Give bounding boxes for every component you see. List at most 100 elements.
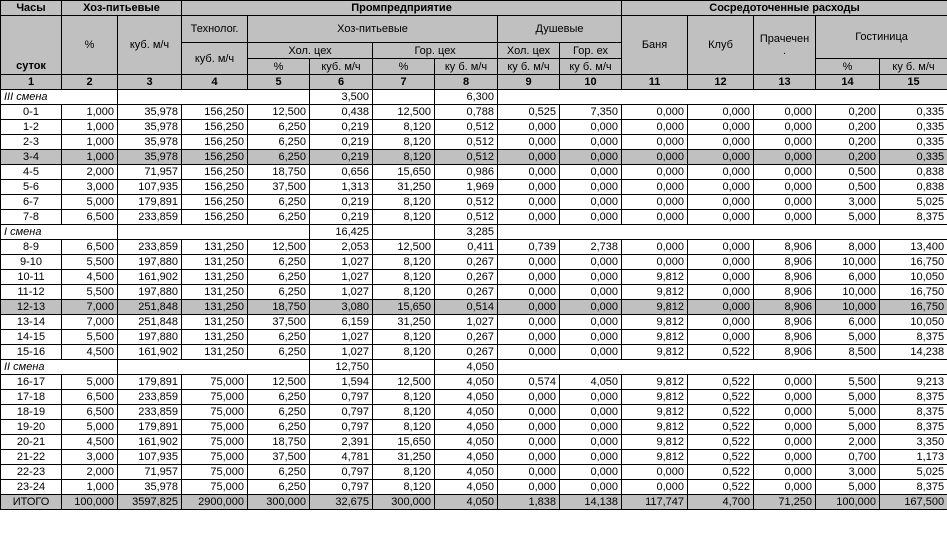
table-cell: 0,739 bbox=[497, 239, 561, 255]
table-cell: 31,250 bbox=[372, 449, 436, 465]
table-cell: 156,250 bbox=[181, 209, 249, 225]
table-cell: 16,750 bbox=[879, 299, 947, 315]
column-number: 12 bbox=[687, 74, 755, 90]
table-cell: 9,812 bbox=[621, 314, 689, 330]
table-cell: 4,050 bbox=[434, 479, 499, 495]
total-cell: 117,747 bbox=[621, 494, 689, 510]
table-cell: 75,000 bbox=[181, 419, 249, 435]
table-row: 8-9 6,500 233,859 131,250 12,500 2,053 12,500 0… bbox=[0, 239, 947, 255]
total-cell: 71,250 bbox=[753, 494, 817, 510]
total-cell: 300,000 bbox=[372, 494, 436, 510]
table-cell: 9,812 bbox=[621, 434, 689, 450]
table-cell: 0,000 bbox=[559, 479, 623, 495]
table-cell: 1,313 bbox=[309, 179, 374, 195]
table-cell: 12,500 bbox=[372, 239, 436, 255]
table-cell: 75,000 bbox=[181, 389, 249, 405]
table-cell: 0,219 bbox=[309, 194, 374, 210]
hour-cell: 4-5 bbox=[0, 164, 62, 180]
table-cell: 0,797 bbox=[309, 479, 374, 495]
showers-hot-header: Гор. ех bbox=[559, 42, 623, 59]
table-cell: 3,000 bbox=[815, 464, 881, 480]
shift-blank bbox=[372, 224, 436, 240]
table-cell: 71,957 bbox=[116, 164, 183, 180]
table-cell: 6,500 bbox=[61, 209, 118, 225]
table-row: 4-5 2,000 71,957 156,250 18,750 0,656 15,650 0,… bbox=[0, 164, 947, 180]
table-cell: 0,000 bbox=[753, 179, 817, 195]
hour-cell: 22-23 bbox=[0, 464, 62, 480]
table-cell: 6,000 bbox=[815, 269, 881, 285]
shift-blank bbox=[497, 224, 947, 240]
table-cell: 0,200 bbox=[815, 104, 881, 120]
table-cell: 0,000 bbox=[497, 119, 561, 135]
table-cell: 0,000 bbox=[753, 119, 817, 135]
table-cell: 0,000 bbox=[687, 284, 755, 300]
table-cell: 0,000 bbox=[497, 164, 561, 180]
showers-cold-header: Хол. цех bbox=[497, 42, 561, 59]
club-header: Клуб bbox=[687, 15, 755, 75]
table-cell: 4,050 bbox=[559, 374, 623, 390]
table-cell: 75,000 bbox=[181, 374, 249, 390]
shift-label: III смена bbox=[0, 89, 118, 105]
table-cell: 7,000 bbox=[61, 314, 118, 330]
table-cell: 6,250 bbox=[247, 284, 311, 300]
table-cell: 8,120 bbox=[372, 134, 436, 150]
table-cell: 13,400 bbox=[879, 239, 947, 255]
column-number: 1 bbox=[0, 74, 62, 90]
table-cell: 9,812 bbox=[621, 344, 689, 360]
table-cell: 0,000 bbox=[621, 479, 689, 495]
table-cell: 0,000 bbox=[687, 299, 755, 315]
table-cell: 4,500 bbox=[61, 434, 118, 450]
table-cell: 156,250 bbox=[181, 134, 249, 150]
table-cell: 6,500 bbox=[61, 389, 118, 405]
table-cell: 0,512 bbox=[434, 149, 499, 165]
household-header: Хоз-питьевые bbox=[60, 0, 183, 16]
column-number-row: 1 2 3 4 5 6 7 8 9 10 11 12 13 14 15 bbox=[0, 74, 947, 90]
table-cell: 233,859 bbox=[116, 239, 183, 255]
table-cell: 0,000 bbox=[753, 389, 817, 405]
table-row: 3-4 1,000 35,978 156,250 6,250 0,219 8,120 0,51… bbox=[0, 149, 947, 165]
hour-cell: 9-10 bbox=[0, 254, 62, 270]
table-cell: 0,000 bbox=[559, 344, 623, 360]
table-cell: 251,848 bbox=[116, 314, 183, 330]
hot-shop-header: Гор. цех bbox=[372, 42, 499, 59]
table-cell: 0,574 bbox=[497, 374, 561, 390]
table-cell: 10,050 bbox=[879, 314, 947, 330]
table-cell: 12,500 bbox=[372, 374, 436, 390]
total-cell: 14,138 bbox=[559, 494, 623, 510]
table-cell: 0,000 bbox=[753, 404, 817, 420]
table-cell: 0,000 bbox=[621, 149, 689, 165]
hotel-header: Гостиница bbox=[815, 15, 947, 59]
table-cell: 35,978 bbox=[116, 479, 183, 495]
table-cell: 4,500 bbox=[61, 344, 118, 360]
table-cell: 8,120 bbox=[372, 329, 436, 345]
technolog-unit-header: куб. м/ч bbox=[181, 42, 249, 75]
table-cell: 161,902 bbox=[116, 344, 183, 360]
table-cell: 35,978 bbox=[116, 149, 183, 165]
table-cell: 6,250 bbox=[247, 119, 311, 135]
shift-cold-total: 3,500 bbox=[309, 89, 374, 105]
table-cell: 6,250 bbox=[247, 464, 311, 480]
table-cell: 131,250 bbox=[181, 344, 249, 360]
table-cell: 9,812 bbox=[621, 299, 689, 315]
table-cell: 0,000 bbox=[621, 194, 689, 210]
table-cell: 10,000 bbox=[815, 284, 881, 300]
table-cell: 0,000 bbox=[621, 239, 689, 255]
shift-row: III смена 3,500 6,300 bbox=[0, 89, 947, 105]
column-number: 13 bbox=[753, 74, 817, 90]
table-cell: 0,000 bbox=[621, 134, 689, 150]
table-cell: 0,512 bbox=[434, 134, 499, 150]
table-cell: 5,500 bbox=[61, 284, 118, 300]
table-cell: 9,812 bbox=[621, 284, 689, 300]
table-cell: 1,000 bbox=[61, 479, 118, 495]
laundry-header-text: Прачечен bbox=[759, 33, 810, 45]
table-cell: 0,656 bbox=[309, 164, 374, 180]
total-cell: 4,700 bbox=[687, 494, 755, 510]
table-cell: 0,000 bbox=[753, 374, 817, 390]
table-cell: 8,120 bbox=[372, 254, 436, 270]
table-cell: 0,000 bbox=[559, 269, 623, 285]
table-cell: 0,000 bbox=[753, 134, 817, 150]
table-cell: 35,978 bbox=[116, 134, 183, 150]
table-cell: 0,000 bbox=[559, 299, 623, 315]
column-number: 14 bbox=[815, 74, 881, 90]
table-cell: 0,000 bbox=[497, 254, 561, 270]
